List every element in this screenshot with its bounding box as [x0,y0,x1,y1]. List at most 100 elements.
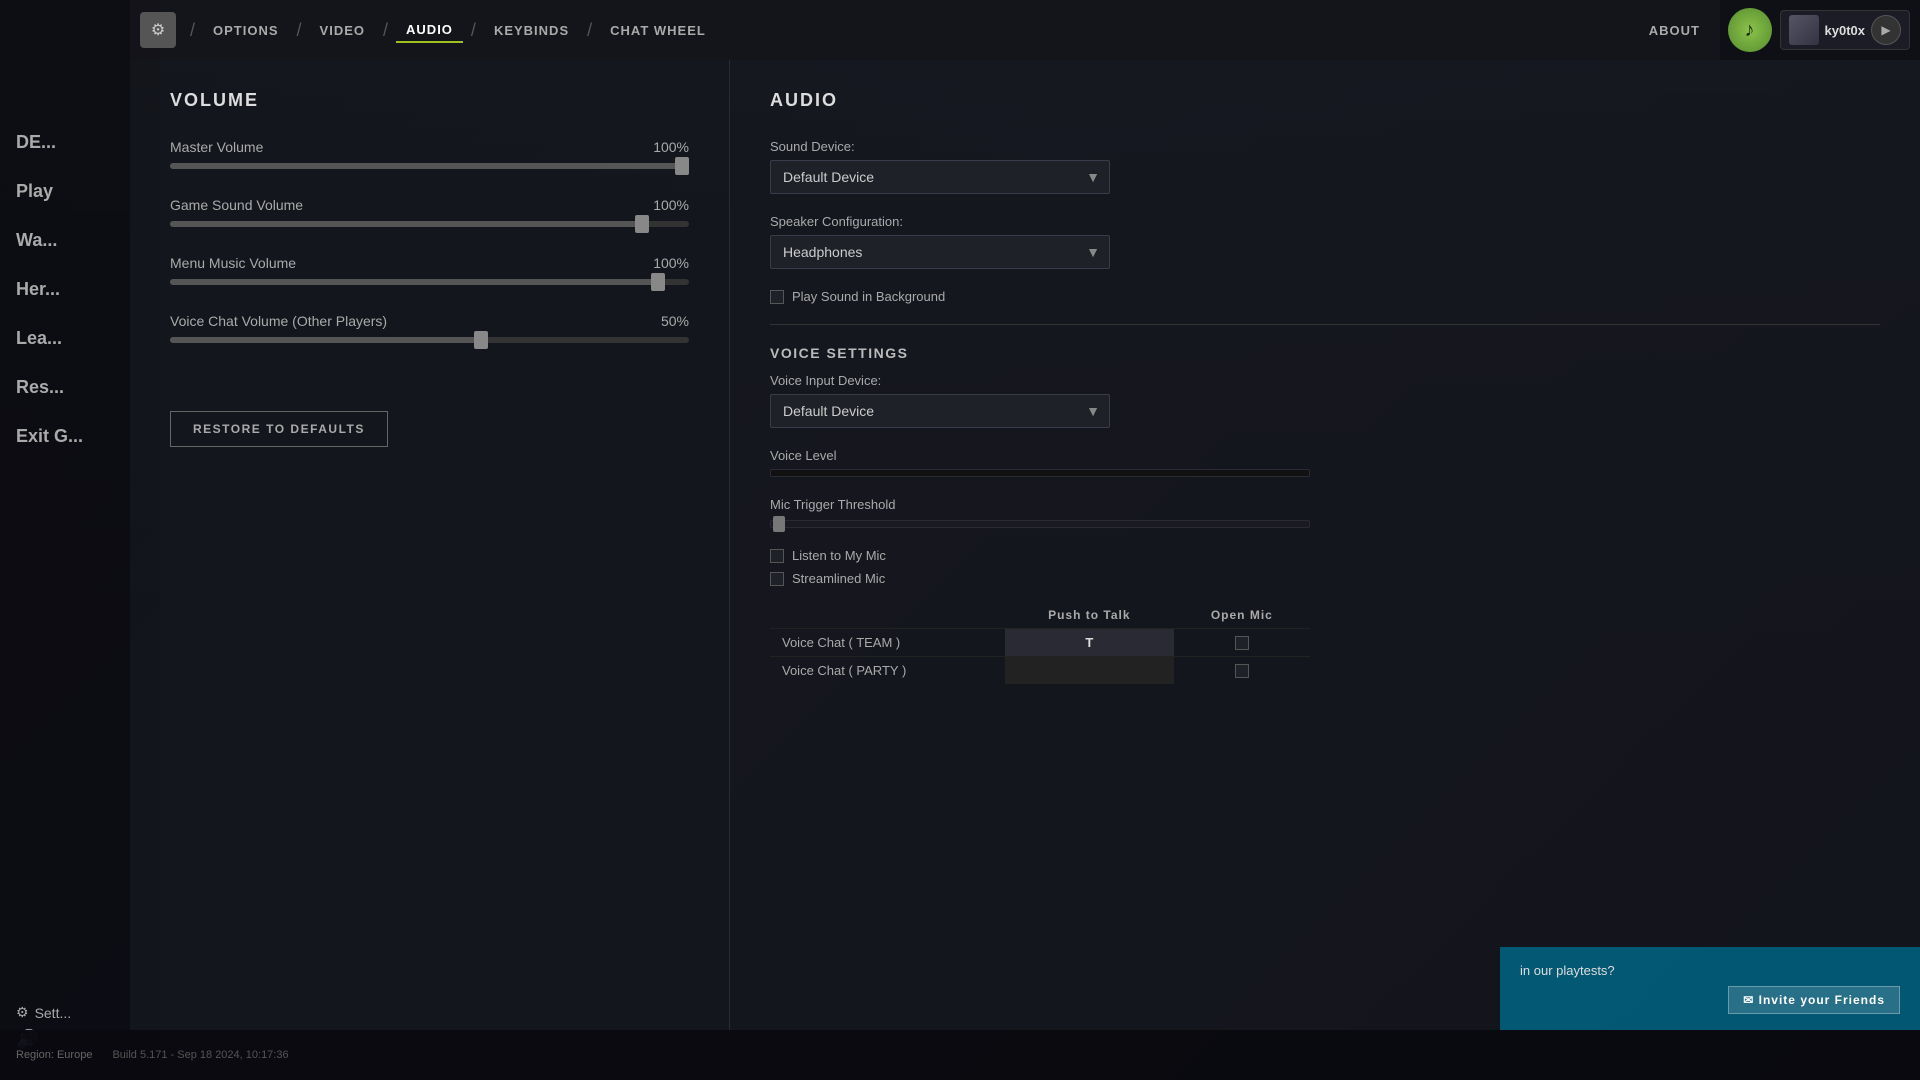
game-sound-thumb[interactable] [635,215,649,233]
volume-title: VOLUME [170,90,689,111]
voice-level-label: Voice Level [770,448,1880,463]
speaker-config-wrapper: Headphones Stereo 5.1 Surround 7.1 Surro… [770,235,1110,269]
sidebar-settings[interactable]: ⚙ Sett... [16,1004,144,1021]
voice-chat-team-open-mic-cell [1174,629,1310,657]
user-profile[interactable]: ky0t0x ▶ [1780,10,1910,50]
voice-chat-party-label: Voice Chat ( PARTY ) [770,657,1005,685]
col-open-mic: Open Mic [1174,602,1310,629]
voice-chat-party-open-mic-checkbox[interactable] [1235,664,1249,678]
settings-icon: ⚙ [16,1004,29,1021]
voice-chat-team-open-mic-checkbox[interactable] [1235,636,1249,650]
speaker-config-label: Speaker Configuration: [770,214,1880,229]
nav-separator-1: / [190,20,195,41]
master-volume-thumb[interactable] [675,157,689,175]
voice-chat-volume-thumb[interactable] [474,331,488,349]
sound-device-select[interactable]: Default Device [770,160,1110,194]
mic-trigger-group: Mic Trigger Threshold [770,497,1880,528]
mic-threshold-thumb[interactable] [773,516,785,532]
voice-chat-party-open-mic-cell [1174,657,1310,685]
main-content: VOLUME Master Volume 100% Game Sound Vol… [130,60,1920,1030]
voice-chat-volume-row: Voice Chat Volume (Other Players) 50% [170,313,689,343]
settings-label: Sett... [35,1005,72,1021]
status-build: Build 5.171 - Sep 18 2024, 10:17:36 [112,1049,288,1061]
voice-chat-volume-value: 50% [661,313,689,329]
menu-music-slider[interactable] [170,279,689,285]
listen-to-mic-checkbox[interactable] [770,549,784,563]
listen-to-mic-row[interactable]: Listen to My Mic [770,548,1880,563]
voice-input-device-label: Voice Input Device: [770,373,1880,388]
voice-chat-volume-fill [170,337,481,343]
invite-friends-button[interactable]: ✉ Invite your Friends [1728,986,1900,1014]
nav-separator-3: / [383,20,388,41]
master-volume-fill [170,163,689,169]
voice-input-device-wrapper: Default Device ▼ [770,394,1110,428]
invite-text: in our playtests? [1520,963,1900,978]
sound-device-label: Sound Device: [770,139,1880,154]
sound-device-wrapper: Default Device ▼ [770,160,1110,194]
menu-music-row: Menu Music Volume 100% [170,255,689,285]
col-push-to-talk: Push to Talk [1005,602,1174,629]
voice-chat-table: Push to Talk Open Mic Voice Chat ( TEAM … [770,602,1310,684]
username: ky0t0x [1825,23,1865,38]
nav-audio[interactable]: AUDIO [396,18,463,43]
menu-music-thumb[interactable] [651,273,665,291]
master-volume-value: 100% [653,139,689,155]
sound-device-group: Sound Device: Default Device ▼ [770,139,1880,194]
menu-music-fill [170,279,658,285]
master-volume-row: Master Volume 100% [170,139,689,169]
user-avatar-green: ♪ [1728,8,1772,52]
voice-chat-party-push-to-talk[interactable] [1005,657,1174,685]
table-row: Voice Chat ( TEAM ) T [770,629,1310,657]
nav-chat-wheel[interactable]: CHAT WHEEL [600,19,716,42]
play-in-background-checkbox[interactable] [770,290,784,304]
status-region: Region: Europe [16,1049,92,1061]
mic-trigger-label: Mic Trigger Threshold [770,497,1880,512]
user-mini-avatar [1789,15,1819,45]
voice-level-bar [770,469,1310,477]
play-in-background-row[interactable]: Play Sound in Background [770,289,1880,304]
voice-input-device-select[interactable]: Default Device [770,394,1110,428]
nav-separator-5: / [587,20,592,41]
voice-settings-title: VOICE SETTINGS [770,345,1880,361]
master-volume-slider[interactable] [170,163,689,169]
audio-title: AUDIO [770,90,1880,111]
speaker-config-select[interactable]: Headphones Stereo 5.1 Surround 7.1 Surro… [770,235,1110,269]
listen-to-mic-label: Listen to My Mic [792,548,886,563]
game-sound-slider[interactable] [170,221,689,227]
col-voice-chat [770,602,1005,629]
voice-chat-team-label: Voice Chat ( TEAM ) [770,629,1005,657]
streamlined-mic-row[interactable]: Streamlined Mic [770,571,1880,586]
user-play-button[interactable]: ▶ [1871,15,1901,45]
settings-gear-icon[interactable]: ⚙ [140,12,176,48]
streamlined-mic-label: Streamlined Mic [792,571,885,586]
nav-options[interactable]: OPTIONS [203,19,289,42]
game-sound-row: Game Sound Volume 100% [170,197,689,227]
voice-input-device-group: Voice Input Device: Default Device ▼ [770,373,1880,428]
voice-chat-volume-label: Voice Chat Volume (Other Players) [170,313,387,329]
audio-panel: AUDIO Sound Device: Default Device ▼ Spe… [730,60,1920,1030]
game-sound-label: Game Sound Volume [170,197,303,213]
nav-about[interactable]: ABOUT [1649,23,1700,38]
nav-keybinds[interactable]: KEYBINDS [484,19,579,42]
user-area: ♪ ky0t0x ▶ [1720,0,1920,60]
restore-defaults-button[interactable]: RESTORE TO DEFAULTS [170,411,388,447]
nav-video[interactable]: VIDEO [310,19,375,42]
status-bar: Region: Europe Build 5.171 - Sep 18 2024… [0,1030,1920,1080]
audio-divider [770,324,1880,325]
table-row: Voice Chat ( PARTY ) [770,657,1310,685]
voice-chat-team-push-to-talk[interactable]: T [1005,629,1174,657]
nav-separator-2: / [297,20,302,41]
top-nav: ⚙ / OPTIONS / VIDEO / AUDIO / KEYBINDS /… [130,0,1720,60]
menu-music-label: Menu Music Volume [170,255,296,271]
mic-threshold-slider[interactable] [770,520,1310,528]
invite-bar: in our playtests? ✉ Invite your Friends [1500,947,1920,1030]
voice-chat-volume-slider[interactable] [170,337,689,343]
streamlined-mic-checkbox[interactable] [770,572,784,586]
speaker-config-group: Speaker Configuration: Headphones Stereo… [770,214,1880,269]
nav-separator-4: / [471,20,476,41]
volume-panel: VOLUME Master Volume 100% Game Sound Vol… [130,60,730,1030]
menu-music-value: 100% [653,255,689,271]
game-sound-fill [170,221,642,227]
voice-level-group: Voice Level [770,448,1880,477]
game-sound-value: 100% [653,197,689,213]
